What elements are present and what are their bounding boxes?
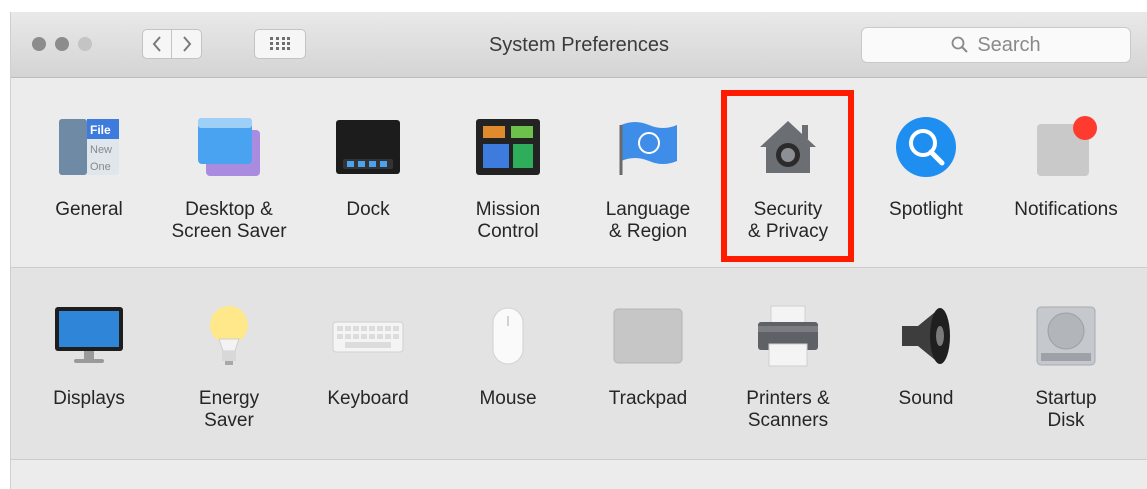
pane-mouse[interactable]: Mouse [448, 298, 568, 410]
pane-keyboard[interactable]: Keyboard [308, 298, 428, 410]
preferences-row-1: File New One General Desktop & Screen Sa… [11, 79, 1147, 268]
pane-label: Startup Disk [1035, 388, 1097, 431]
pane-label: Sound [898, 388, 954, 409]
pane-label: Notifications [1014, 199, 1118, 220]
printer-icon [750, 298, 826, 374]
zoom-window-button[interactable] [78, 37, 92, 51]
pane-spotlight[interactable]: Spotlight [866, 109, 986, 221]
chevron-right-icon [182, 36, 191, 52]
pane-label: Language & Region [605, 199, 691, 242]
show-all-button[interactable] [254, 29, 306, 59]
pane-label: General [55, 199, 123, 220]
back-button[interactable] [142, 29, 172, 59]
pane-label: Printers & Scanners [746, 388, 830, 431]
pane-label: Mouse [479, 388, 537, 409]
pane-label: Energy Saver [198, 388, 260, 431]
pane-dock[interactable]: Dock [308, 109, 428, 221]
pane-sound[interactable]: Sound [866, 298, 986, 410]
speaker-icon [888, 298, 964, 374]
pane-label: Mission Control [475, 199, 541, 242]
pane-label: Spotlight [889, 199, 963, 220]
trackpad-icon [610, 298, 686, 374]
general-icon-one-text: One [90, 161, 111, 173]
pane-startup-disk[interactable]: Startup Disk [1006, 298, 1126, 432]
pane-mission-control[interactable]: Mission Control [448, 109, 568, 243]
chevron-left-icon [152, 36, 161, 52]
pane-printers-scanners[interactable]: Printers & Scanners [728, 298, 848, 432]
pane-label: Keyboard [327, 388, 409, 409]
monitor-icon [51, 298, 127, 374]
general-icon: File New One [51, 109, 127, 185]
general-icon-file-text: File [90, 123, 111, 137]
pane-label: Trackpad [608, 388, 688, 409]
pane-desktop-screen-saver[interactable]: Desktop & Screen Saver [169, 109, 289, 243]
lightbulb-icon [191, 298, 267, 374]
grid-icon [270, 37, 290, 50]
desktop-screen-saver-icon [191, 109, 267, 185]
screenshot-frame: System Preferences Search File New One G… [0, 0, 1147, 489]
dock-icon [330, 109, 406, 185]
pane-label: Desktop & Screen Saver [171, 199, 287, 242]
title-bar: System Preferences Search [11, 12, 1147, 78]
notifications-icon [1028, 109, 1104, 185]
magnifier-icon [888, 109, 964, 185]
security-privacy-highlight-box [721, 90, 854, 262]
pane-general[interactable]: File New One General [29, 109, 149, 221]
search-field[interactable]: Search [861, 27, 1131, 63]
pane-displays[interactable]: Displays [29, 298, 149, 410]
flag-icon [610, 109, 686, 185]
mission-control-icon [470, 109, 546, 185]
minimize-window-button[interactable] [55, 37, 69, 51]
pane-language-region[interactable]: Language & Region [588, 109, 708, 243]
pane-label: Dock [346, 199, 390, 220]
system-preferences-window: System Preferences Search File New One G… [10, 12, 1147, 489]
search-placeholder: Search [977, 33, 1041, 56]
search-icon [951, 36, 969, 53]
mouse-icon [470, 298, 546, 374]
keyboard-icon [330, 298, 406, 374]
pane-notifications[interactable]: Notifications [1006, 109, 1126, 221]
forward-button[interactable] [172, 29, 202, 59]
preferences-row-2: Displays Energy Saver Keyboard Mouse Tra… [11, 268, 1147, 460]
close-window-button[interactable] [32, 37, 46, 51]
preferences-row-3 [11, 460, 1147, 489]
pane-label: Displays [53, 388, 125, 409]
general-icon-new-text: New [90, 144, 112, 156]
pane-trackpad[interactable]: Trackpad [588, 298, 708, 410]
hard-disk-icon [1028, 298, 1104, 374]
pane-energy-saver[interactable]: Energy Saver [169, 298, 289, 432]
